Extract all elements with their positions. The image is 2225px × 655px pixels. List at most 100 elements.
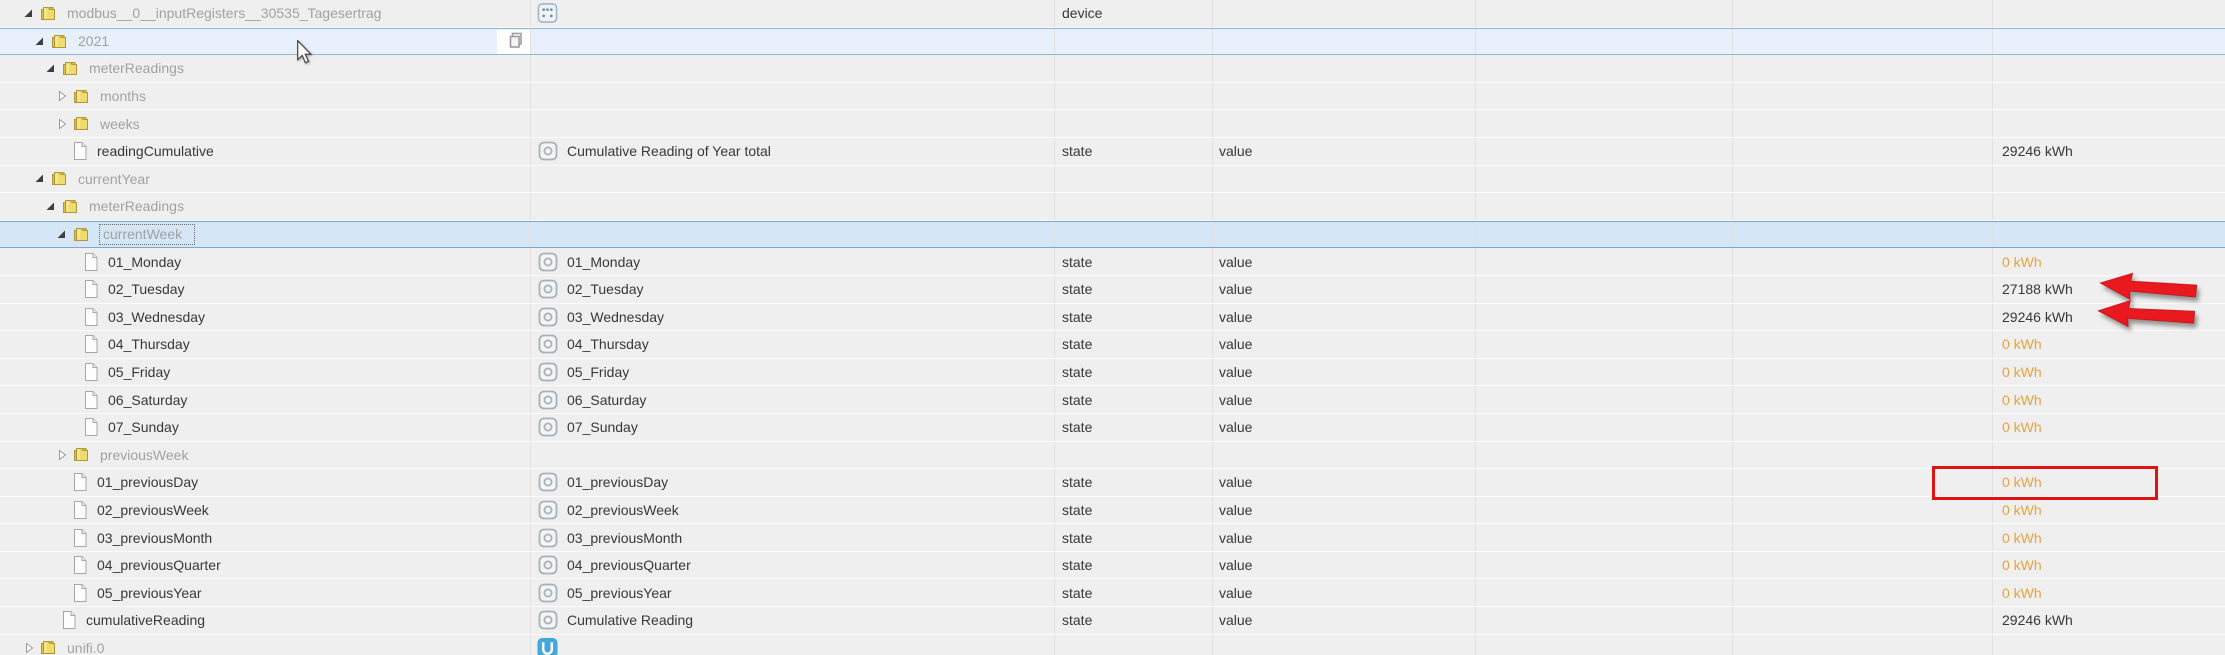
value-cell[interactable]: 0 kWh xyxy=(1993,248,2225,275)
tree-row-meterReadings[interactable]: meterReadings xyxy=(0,193,2225,221)
type-cell: state xyxy=(1055,248,1213,275)
type-label: state xyxy=(1062,391,1093,408)
objects-tree-screen: modbus__0__inputRegisters__30535_Tageser… xyxy=(0,0,2225,655)
id-cell: weeks xyxy=(0,110,531,137)
value-cell[interactable]: 0 kWh xyxy=(1993,359,2225,386)
state-icon xyxy=(537,334,558,355)
tree-row-meterReadings[interactable]: meterReadings xyxy=(0,55,2225,83)
type-cell: state xyxy=(1055,358,1213,386)
expanded-expander-icon[interactable] xyxy=(55,229,68,241)
function-cell xyxy=(1733,579,1993,607)
expanded-expander-icon[interactable] xyxy=(33,173,46,185)
role-label: value xyxy=(1219,612,1253,629)
value-cell[interactable]: 0 kWh xyxy=(1993,524,2225,551)
collapsed-expander-icon[interactable] xyxy=(55,449,68,461)
id-cell: 02_Tuesday xyxy=(0,275,531,303)
state-icon xyxy=(537,527,558,548)
name-cell xyxy=(531,634,1055,655)
type-cell: state xyxy=(1055,607,1213,634)
copy-id-button[interactable] xyxy=(497,29,530,55)
tree-row-modbus__0__inputRegisters__30535_Tagesertrag[interactable]: modbus__0__inputRegisters__30535_Tageser… xyxy=(0,0,2225,28)
role-label: value xyxy=(1219,253,1253,270)
name-label: 05_previousYear xyxy=(567,584,672,601)
role-label: value xyxy=(1219,584,1253,601)
id-cell: 06_Saturday xyxy=(0,386,531,413)
value-cell[interactable]: 27188 kWh xyxy=(1993,276,2225,303)
copy-icon xyxy=(508,32,524,52)
tree-row-months[interactable]: months xyxy=(0,82,2225,111)
name-label: 01_Monday xyxy=(567,253,641,270)
expanded-expander-icon[interactable] xyxy=(22,7,35,19)
role-cell: value xyxy=(1213,386,1476,413)
type-label: state xyxy=(1062,501,1093,518)
value-cell xyxy=(1993,29,2225,55)
tree-row-04_previousQuarter[interactable]: 04_previousQuarter 04_previousQuarter stat… xyxy=(0,551,2225,580)
role-cell: value xyxy=(1213,551,1476,579)
role-cell: value xyxy=(1213,469,1476,496)
value-cell[interactable]: 29246 kWh xyxy=(1993,304,2225,331)
node-label: modbus__0__inputRegisters__30535_Tageser… xyxy=(67,5,382,22)
tree-row-02_Tuesday[interactable]: 02_Tuesday 02_Tuesday state value 27188 kWh xyxy=(0,275,2225,304)
value-cell[interactable]: 0 kWh xyxy=(1993,579,2225,606)
tree-row-06_Saturday[interactable]: 06_Saturday 06_Saturday state value 0 kWh xyxy=(0,386,2225,414)
value-cell[interactable]: 0 kWh xyxy=(1993,552,2225,579)
value-label: 0 kWh xyxy=(2002,364,2042,381)
expanded-expander-icon[interactable] xyxy=(44,200,57,212)
role-cell: value xyxy=(1213,137,1476,165)
role-cell xyxy=(1213,82,1476,110)
name-cell: 01_previousDay xyxy=(531,469,1055,496)
room-cell xyxy=(1476,386,1733,413)
tree-row-05_previousYear[interactable]: 05_previousYear 05_previousYear state value… xyxy=(0,579,2225,608)
name-label: 07_Sunday xyxy=(567,419,638,436)
collapsed-expander-icon[interactable] xyxy=(55,90,68,102)
tree-row-03_previousMonth[interactable]: 03_previousMonth 03_previousMonth state val… xyxy=(0,524,2225,552)
value-cell[interactable]: 0 kWh xyxy=(1993,331,2225,358)
value-label: 29246 kWh xyxy=(2002,143,2073,160)
node-label: 02_previousWeek xyxy=(97,501,209,518)
tree-row-weeks[interactable]: weeks xyxy=(0,110,2225,138)
value-cell[interactable]: 0 kWh xyxy=(1993,386,2225,413)
value-label: 0 kWh xyxy=(2002,253,2042,270)
function-cell xyxy=(1733,221,1993,248)
value-cell[interactable]: 0 kWh xyxy=(1993,497,2225,524)
tree-row-previousWeek[interactable]: previousWeek xyxy=(0,441,2225,470)
tree-row-unifi.0[interactable]: unifi.0 xyxy=(0,634,2225,655)
name-cell xyxy=(531,55,1055,82)
value-cell xyxy=(1993,442,2225,469)
tree-row-cumulativeReading[interactable]: cumulativeReading Cumulative Reading state… xyxy=(0,607,2225,635)
collapsed-expander-icon[interactable] xyxy=(55,118,68,130)
role-cell: value xyxy=(1213,413,1476,441)
id-cell: 03_Wednesday xyxy=(0,303,531,331)
type-cell: state xyxy=(1055,413,1213,441)
collapsed-expander-icon[interactable] xyxy=(22,642,35,654)
tree-row-05_Friday[interactable]: 05_Friday 05_Friday state value 0 kWh xyxy=(0,358,2225,387)
node-label: unifi.0 xyxy=(67,639,105,655)
expanded-expander-icon[interactable] xyxy=(44,62,57,74)
role-cell: value xyxy=(1213,524,1476,551)
room-cell xyxy=(1476,221,1733,248)
value-cell[interactable]: 0 kWh xyxy=(1993,414,2225,441)
id-cell: 04_Thursday xyxy=(0,331,531,358)
tree-row-04_Thursday[interactable]: 04_Thursday 04_Thursday state value 0 kWh xyxy=(0,331,2225,359)
function-cell xyxy=(1733,110,1993,137)
tree-row-01_Monday[interactable]: 01_Monday 01_Monday state value 0 kWh xyxy=(0,248,2225,276)
tree-row-currentWeek[interactable]: currentWeek xyxy=(0,220,2225,249)
value-cell xyxy=(1993,635,2225,655)
tree-row-2021[interactable]: 2021 xyxy=(0,27,2225,56)
expanded-expander-icon[interactable] xyxy=(33,35,46,47)
function-cell xyxy=(1733,386,1993,413)
tree-row-07_Sunday[interactable]: 07_Sunday 07_Sunday state value 0 kWh xyxy=(0,413,2225,442)
role-cell xyxy=(1213,28,1476,55)
value-cell[interactable]: 0 kWh xyxy=(1993,469,2225,496)
role-label: value xyxy=(1219,364,1253,381)
tree-row-01_previousDay[interactable]: 01_previousDay 01_previousDay state value 0 … xyxy=(0,469,2225,497)
tree-row-currentYear[interactable]: currentYear xyxy=(0,165,2225,194)
tree-row-03_Wednesday[interactable]: 03_Wednesday 03_Wednesday state value 29246 … xyxy=(0,303,2225,332)
room-cell xyxy=(1476,441,1733,469)
node-label: cumulativeReading xyxy=(86,612,206,629)
role-label: value xyxy=(1219,336,1253,353)
tree-row-readingCumulative[interactable]: readingCumulative Cumulative Reading of Y… xyxy=(0,137,2225,166)
tree-row-02_previousWeek[interactable]: 02_previousWeek 02_previousWeek state value… xyxy=(0,496,2225,525)
value-cell[interactable]: 29246 kWh xyxy=(1993,607,2225,634)
value-cell[interactable]: 29246 kWh xyxy=(1993,138,2225,165)
